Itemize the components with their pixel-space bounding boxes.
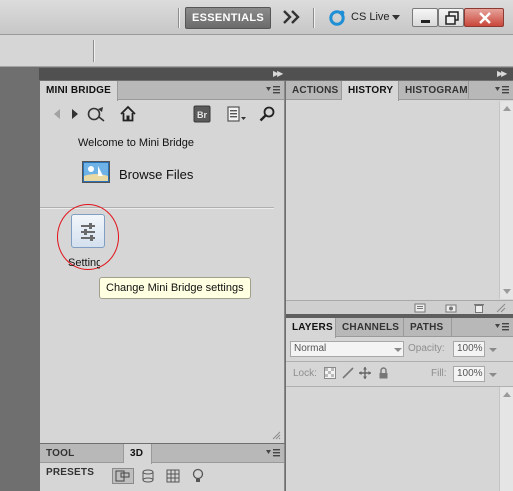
svg-text:Br: Br bbox=[197, 110, 207, 120]
layers-panel: LAYERS CHANNELS PATHS Normal Opacity: 10… bbox=[286, 318, 513, 491]
panel-tab-row: MINI BRIDGE bbox=[40, 81, 284, 101]
lock-image-pixels-icon[interactable] bbox=[342, 367, 354, 379]
minimize-button[interactable] bbox=[412, 8, 438, 27]
panel-tab-row: ACTIONS HISTORY HISTOGRAM bbox=[286, 81, 513, 101]
lock-transparent-pixels-icon[interactable] bbox=[324, 367, 336, 379]
tab-layers[interactable]: LAYERS bbox=[286, 318, 336, 338]
collapse-icon[interactable]: ▶▶ bbox=[497, 70, 507, 78]
3d-scene-icon[interactable] bbox=[112, 468, 134, 484]
panel-tab-row: LAYERS CHANNELS PATHS bbox=[286, 318, 513, 338]
tab-histogram[interactable]: HISTOGRAM bbox=[399, 81, 469, 100]
trash-icon[interactable] bbox=[473, 303, 485, 313]
separator bbox=[178, 8, 179, 28]
divider bbox=[286, 361, 513, 362]
home-icon[interactable] bbox=[119, 105, 137, 123]
new-snapshot-icon[interactable] bbox=[445, 303, 457, 313]
opacity-field[interactable]: 100% bbox=[453, 341, 485, 357]
separator bbox=[313, 8, 314, 28]
history-footer bbox=[286, 300, 513, 314]
layers-list bbox=[286, 387, 499, 491]
panel-menu-icon[interactable] bbox=[266, 86, 280, 95]
tool-presets-panel: TOOL PRESETS 3D bbox=[40, 444, 285, 491]
close-icon bbox=[479, 12, 491, 24]
browse-files-icon[interactable] bbox=[82, 161, 110, 183]
blend-mode-value: Normal bbox=[294, 343, 327, 354]
opacity-label: Opacity: bbox=[408, 343, 445, 354]
restore-button[interactable] bbox=[438, 8, 464, 27]
3d-mesh-icon[interactable] bbox=[141, 469, 155, 483]
layers-scrollbar[interactable] bbox=[499, 387, 513, 491]
3d-materials-icon[interactable] bbox=[166, 469, 180, 483]
panel-menu-icon[interactable] bbox=[495, 86, 509, 95]
cs-live-icon[interactable] bbox=[328, 9, 346, 27]
scroll-down-icon[interactable] bbox=[503, 289, 511, 294]
mini-bridge-content: Br Welcome to Mini Bridge Browse Files S… bbox=[40, 101, 284, 443]
panel-menu-icon[interactable] bbox=[266, 449, 280, 458]
lock-all-icon[interactable] bbox=[378, 367, 389, 379]
minimize-icon bbox=[421, 20, 430, 23]
go-to-parent-icon[interactable] bbox=[84, 105, 106, 123]
blend-mode-select[interactable]: Normal bbox=[290, 341, 404, 357]
browse-files-link[interactable]: Browse Files bbox=[119, 167, 193, 182]
history-scrollbar[interactable] bbox=[499, 101, 513, 299]
chevron-down-icon[interactable] bbox=[392, 15, 400, 20]
tab-mini-bridge[interactable]: MINI BRIDGE bbox=[40, 81, 118, 101]
mini-bridge-panel: MINI BRIDGE Br Welcome to Mini Bridge Br… bbox=[40, 81, 285, 443]
tab-3d[interactable]: 3D bbox=[124, 444, 152, 464]
chevron-down-icon[interactable] bbox=[394, 348, 402, 352]
tab-actions[interactable]: ACTIONS bbox=[286, 81, 342, 100]
opacity-slider-arrow-icon[interactable] bbox=[489, 348, 497, 352]
panel-view-icon[interactable] bbox=[226, 105, 248, 123]
lock-position-icon[interactable] bbox=[359, 367, 371, 379]
bridge-icon[interactable]: Br bbox=[193, 105, 211, 123]
tab-paths[interactable]: PATHS bbox=[404, 318, 452, 337]
back-icon[interactable] bbox=[52, 105, 62, 123]
forward-icon[interactable] bbox=[70, 105, 80, 123]
history-list bbox=[286, 101, 499, 299]
search-icon[interactable] bbox=[258, 105, 276, 123]
fill-value: 100% bbox=[457, 368, 483, 379]
application-bar: ESSENTIALS CS Live bbox=[0, 0, 513, 35]
scroll-up-icon[interactable] bbox=[503, 392, 511, 397]
tab-history[interactable]: HISTORY bbox=[342, 81, 399, 101]
tab-channels[interactable]: CHANNELS bbox=[336, 318, 404, 337]
tab-tool-presets[interactable]: TOOL PRESETS bbox=[40, 444, 124, 478]
close-button[interactable] bbox=[464, 8, 504, 27]
lock-label: Lock: bbox=[293, 368, 317, 379]
fill-label: Fill: bbox=[431, 368, 447, 379]
settings-tooltip: Change Mini Bridge settings bbox=[99, 277, 251, 299]
welcome-heading: Welcome to Mini Bridge bbox=[78, 137, 194, 149]
history-panel: ACTIONS HISTORY HISTOGRAM bbox=[286, 81, 513, 314]
separator bbox=[93, 40, 94, 62]
settings-label: Settings bbox=[68, 257, 100, 269]
scroll-up-icon[interactable] bbox=[503, 106, 511, 111]
restore-icon bbox=[445, 11, 459, 25]
double-chevron-right-icon[interactable] bbox=[282, 9, 302, 25]
fill-field[interactable]: 100% bbox=[453, 366, 485, 382]
resize-grip-icon[interactable] bbox=[272, 431, 281, 440]
panel-tab-row: TOOL PRESETS 3D bbox=[40, 444, 284, 478]
options-bar bbox=[0, 35, 513, 67]
opacity-value: 100% bbox=[457, 343, 483, 354]
new-document-from-state-icon[interactable] bbox=[414, 303, 426, 313]
collapse-icon[interactable]: ▶▶ bbox=[273, 70, 283, 78]
3d-lights-icon[interactable] bbox=[192, 468, 204, 484]
resize-grip-icon[interactable] bbox=[496, 303, 506, 313]
fill-slider-arrow-icon[interactable] bbox=[489, 373, 497, 377]
panel-menu-icon[interactable] bbox=[495, 323, 509, 332]
cs-live-menu[interactable]: CS Live bbox=[351, 11, 390, 23]
essentials-workspace-button[interactable]: ESSENTIALS bbox=[185, 7, 271, 29]
